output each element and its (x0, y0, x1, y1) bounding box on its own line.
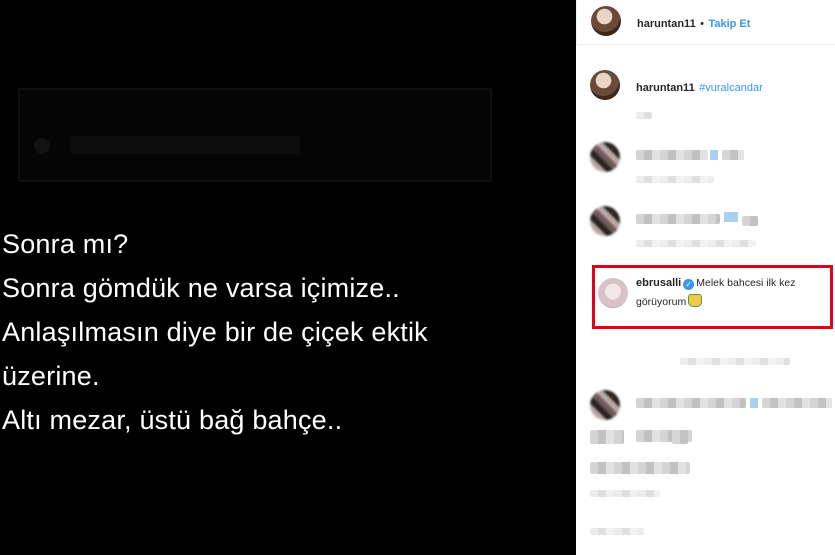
blurred-avatar (590, 206, 620, 236)
blurred-comment (590, 430, 624, 444)
faded-avatar (34, 138, 50, 154)
blurred-meta (590, 528, 644, 535)
poem-line: Sonra gömdük ne varsa içimize.. (2, 273, 400, 303)
blurred-comment (636, 150, 708, 160)
blurred-emoji (710, 150, 718, 160)
blurred-comment (722, 150, 744, 160)
poem-line: Anlaşılmasın diye bir de çiçek ektik (2, 317, 428, 347)
blurred-meta (680, 358, 790, 365)
blurred-comment (636, 398, 746, 408)
caption-username[interactable]: haruntan11 (636, 82, 695, 94)
follow-button[interactable]: Takip Et (708, 18, 750, 30)
blurred-meta (590, 490, 660, 497)
caption-hashtag[interactable]: #vuralcandar (699, 82, 763, 94)
poem-line: üzerine. (2, 361, 100, 391)
blurred-comment (672, 430, 688, 444)
blurred-meta (636, 176, 714, 183)
comment-highlight-box (592, 265, 833, 329)
blurred-comment (762, 398, 832, 408)
post-header: haruntan11 • Takip Et (576, 0, 835, 45)
blurred-comment (636, 214, 720, 224)
blurred-avatar (590, 142, 620, 172)
faded-tweet-frame (18, 88, 492, 182)
poem-text: Sonra mı? Sonra gömdük ne varsa içimize.… (2, 222, 566, 442)
post-image: Sonra mı? Sonra gömdük ne varsa içimize.… (0, 0, 576, 555)
blurred-emoji (750, 398, 758, 408)
poem-line: Altı mezar, üstü bağ bahçe.. (2, 405, 343, 435)
blurred-comment (742, 216, 758, 226)
faded-text (70, 136, 300, 154)
separator-dot: • (700, 18, 704, 30)
poem-line: Sonra mı? (2, 229, 129, 259)
author-avatar[interactable] (591, 6, 621, 36)
blurred-emoji (724, 212, 738, 222)
blurred-avatar (590, 390, 620, 420)
blurred-comment (590, 462, 690, 474)
header-row: haruntan11 • Takip Et (637, 14, 750, 32)
blurred-timestamp (636, 112, 652, 119)
blurred-meta (636, 240, 756, 247)
author-username[interactable]: haruntan11 (637, 18, 696, 30)
caption-avatar[interactable] (590, 70, 620, 100)
caption-row: haruntan11 #vuralcandar (636, 78, 763, 96)
